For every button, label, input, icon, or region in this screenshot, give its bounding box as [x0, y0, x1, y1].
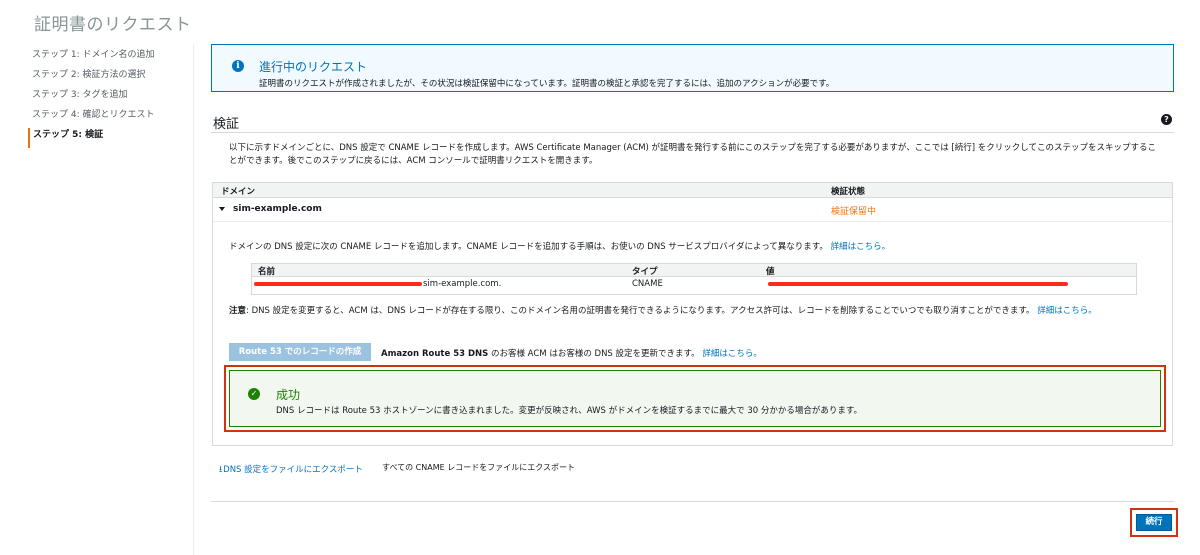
- header-name: 名前: [258, 267, 276, 277]
- record-type: CNAME: [632, 279, 663, 289]
- footer-divider: [211, 501, 1174, 502]
- section-divider: [211, 132, 1174, 133]
- redacted-value: [768, 282, 1068, 286]
- continue-button[interactable]: 続行: [1136, 514, 1172, 531]
- cname-instructions: ドメインの DNS 設定に次の CNAME レコードを追加します。CNAME レ…: [229, 240, 890, 252]
- step-4[interactable]: ステップ 4: 確認とリクエスト: [28, 108, 188, 128]
- success-text: DNS レコードは Route 53 ホストゾーンに書き込まれました。変更が反映…: [276, 406, 862, 416]
- route53-description: Amazon Route 53 DNS のお客様 ACM はお客様の DNS 設…: [381, 347, 762, 359]
- info-icon: i: [232, 60, 244, 72]
- note-learn-more-link[interactable]: 詳細はこちら。: [1037, 306, 1097, 316]
- header-value: 値: [766, 267, 775, 277]
- page-title: 証明書のリクエスト: [34, 15, 192, 35]
- record-name: sim-example.com.: [423, 279, 502, 289]
- help-icon[interactable]: ?: [1161, 114, 1172, 125]
- download-icon: ⭳: [219, 465, 223, 475]
- check-circle-icon: ✓: [248, 388, 260, 400]
- note-body: : DNS 設定を変更すると、ACM は、DNS レコードが存在する限り、このド…: [246, 306, 1035, 316]
- success-alert: ✓ 成功 DNS レコードは Route 53 ホストゾーンに書き込まれました。…: [229, 370, 1161, 427]
- record-table: 名前 タイプ 値 sim-example.com. CNAME: [251, 263, 1137, 295]
- domain-table-header: ドメイン 検証状態: [213, 183, 1172, 198]
- step-3[interactable]: ステップ 3: タグを追加: [28, 88, 188, 108]
- header-status: 検証状態: [831, 187, 866, 197]
- export-link-label: DNS 設定をファイルにエクスポート: [223, 465, 363, 475]
- step-5-current: ステップ 5: 検証: [28, 128, 188, 148]
- note-text: 注意: DNS 設定を変更すると、ACM は、DNS レコードが存在する限り、こ…: [229, 305, 1149, 318]
- alert-title: 進行中のリクエスト: [259, 60, 368, 74]
- redacted-name: [254, 282, 422, 286]
- note-label: 注意: [229, 306, 247, 316]
- section-title: 検証: [213, 117, 240, 132]
- record-row: sim-example.com. CNAME: [252, 277, 1136, 294]
- step-1[interactable]: ステップ 1: ドメイン名の追加: [28, 48, 188, 68]
- continue-highlight: 続行: [1130, 508, 1178, 537]
- in-progress-alert: i 進行中のリクエスト 証明書のリクエストが作成されましたが、その状況は検証保留…: [211, 44, 1174, 92]
- success-title: 成功: [276, 388, 301, 402]
- cname-instructions-text: ドメインの DNS 設定に次の CNAME レコードを追加します。CNAME レ…: [229, 242, 828, 252]
- route53-learn-more-link[interactable]: 詳細はこちら。: [702, 349, 762, 359]
- cname-learn-more-link[interactable]: 詳細はこちら。: [831, 242, 891, 252]
- alert-text: 証明書のリクエストが作成されましたが、その状況は検証保留中になっています。証明書…: [259, 79, 835, 89]
- verification-description: 以下に示すドメインごとに、DNS 設定で CNAME レコードを作成します。AW…: [229, 143, 1156, 166]
- route53-body: のお客様 ACM はお客様の DNS 設定を更新できます。: [488, 349, 700, 359]
- export-dns-link[interactable]: ⭳DNS 設定をファイルにエクスポート: [219, 462, 363, 478]
- domain-name: sim-example.com: [233, 204, 322, 214]
- export-description: すべての CNAME レコードをファイルにエクスポート: [382, 463, 575, 472]
- validation-status: 検証保留中: [831, 207, 877, 217]
- route53-bold: Amazon Route 53 DNS: [381, 349, 489, 359]
- nav-divider: [193, 44, 194, 555]
- domain-row[interactable]: sim-example.com 検証保留中: [213, 198, 1172, 222]
- success-highlight: ✓ 成功 DNS レコードは Route 53 ホストゾーンに書き込まれました。…: [224, 365, 1166, 432]
- record-table-header: 名前 タイプ 値: [252, 264, 1136, 277]
- step-2[interactable]: ステップ 2: 検証方法の選択: [28, 68, 188, 88]
- header-domain: ドメイン: [221, 187, 256, 197]
- step-navigation: ステップ 1: ドメイン名の追加 ステップ 2: 検証方法の選択 ステップ 3:…: [28, 48, 188, 148]
- create-route53-records-button[interactable]: Route 53 でのレコードの作成: [229, 343, 371, 361]
- caret-down-icon[interactable]: [219, 207, 225, 211]
- header-type: タイプ: [632, 267, 658, 277]
